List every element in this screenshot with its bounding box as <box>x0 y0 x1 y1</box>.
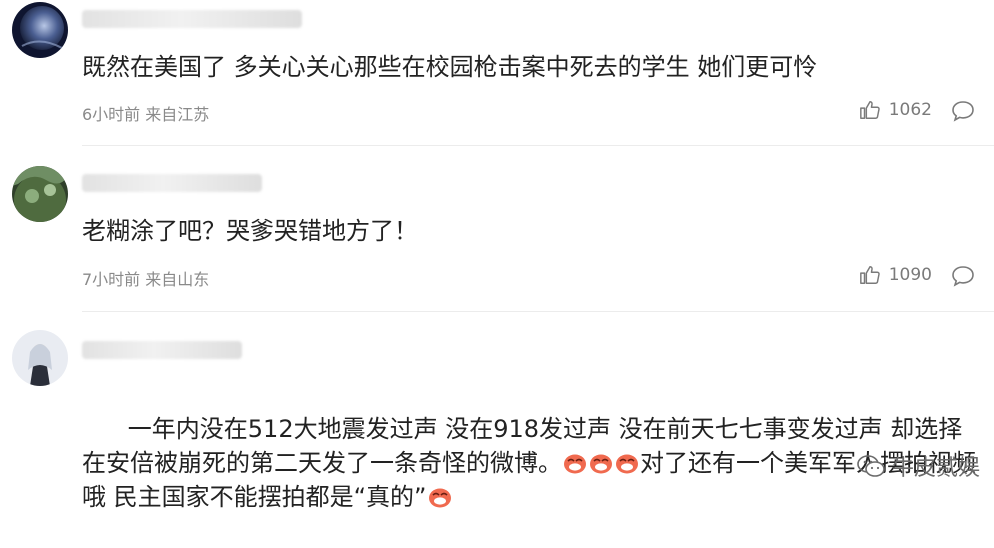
thumbs-up-icon <box>859 101 880 119</box>
like-count: 1062 <box>888 100 932 120</box>
reply-icon[interactable] <box>950 264 976 288</box>
like-count: 1090 <box>888 265 932 285</box>
comment-source: 来自江苏 <box>145 105 210 124</box>
avatar[interactable] <box>12 166 68 222</box>
emoji-laugh <box>588 449 614 477</box>
wechat-icon <box>857 455 885 477</box>
username-blurred[interactable] <box>82 10 302 28</box>
like-button[interactable]: 1090 <box>859 264 932 286</box>
comment-meta: 7小时前 来自山东 <box>82 266 209 290</box>
reply-icon[interactable] <box>950 99 976 123</box>
comment-time: 6小时前 <box>82 105 141 124</box>
emoji-laugh <box>562 449 588 477</box>
thumbs-up-icon <box>859 266 880 284</box>
emoji-laugh <box>427 483 453 511</box>
comment-text: 一年内没在512大地震发过声 没在918发过声 没在前天七七事变发过声 却选择在… <box>82 378 977 548</box>
username-blurred[interactable] <box>82 341 242 359</box>
comment-text: 既然在美国了 多关心关心那些在校园枪击案中死去的学生 她们更可怜 <box>82 53 818 81</box>
comment-meta: 6小时前 来自江苏 <box>82 101 209 125</box>
divider <box>82 145 994 146</box>
like-button[interactable]: 1062 <box>859 99 932 121</box>
divider <box>82 311 994 312</box>
comment-feed: 既然在美国了 多关心关心那些在校园枪击案中死去的学生 她们更可怜 6小时前 来自… <box>0 0 994 511</box>
emoji-laugh <box>614 449 640 477</box>
comment-time: 7小时前 <box>82 270 141 289</box>
comment-source: 来自山东 <box>145 270 210 289</box>
avatar[interactable] <box>12 2 68 58</box>
comment-text: 老糊涂了吧？哭爹哭错地方了！ <box>82 217 418 245</box>
watermark: 牛皮贰娱 <box>856 450 980 482</box>
username-blurred[interactable] <box>82 174 262 192</box>
watermark-label: 牛皮贰娱 <box>891 456 980 481</box>
avatar[interactable] <box>12 330 68 386</box>
